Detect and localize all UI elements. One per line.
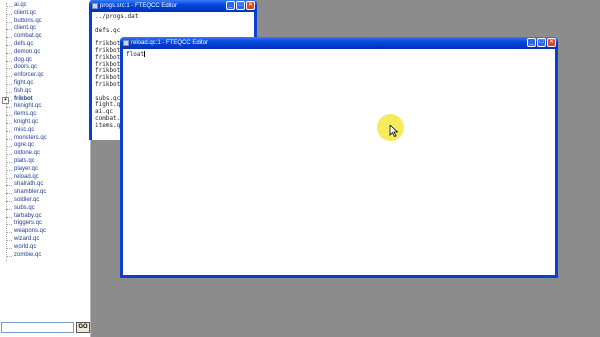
tree-item-label: monsters.qc bbox=[14, 134, 47, 141]
file-tree: ai.qc client.qc buttons.qc client.qc combat.… bbox=[0, 0, 90, 259]
tree-item[interactable]: plats.qc bbox=[4, 158, 90, 166]
tree-item-label: ai.qc bbox=[14, 2, 27, 8]
tree-item[interactable]: zombie.qc bbox=[4, 252, 90, 260]
minimize-button[interactable]: _ bbox=[527, 38, 536, 47]
tree-item[interactable]: soldier.qc bbox=[4, 197, 90, 205]
tree-item[interactable]: oldone.qc bbox=[4, 150, 90, 158]
window-title: reload.qc:1 - FTEQCC Editor bbox=[131, 40, 209, 46]
tree-item-label: shalrath.qc bbox=[14, 181, 44, 188]
tree-item[interactable]: buttons.qc bbox=[4, 18, 90, 26]
tree-item[interactable]: world.qc bbox=[4, 244, 90, 252]
tree-item-label: combat.qc bbox=[14, 33, 42, 40]
tree-item-label: soldier.qc bbox=[14, 196, 40, 203]
code-line: defs.qc bbox=[95, 26, 121, 34]
text-caret bbox=[144, 51, 146, 57]
tree-item[interactable]: weapons.qc bbox=[4, 228, 90, 236]
tree-item[interactable]: defs.qc bbox=[4, 41, 90, 49]
tree-item-label: items.qc bbox=[14, 111, 37, 118]
tree-item-label: weapons.qc bbox=[14, 228, 47, 235]
tree-item[interactable]: monsters.qc bbox=[4, 135, 90, 143]
app-icon bbox=[123, 40, 129, 46]
tree-item[interactable]: reload.qc bbox=[4, 174, 90, 182]
tree-item-label: hknight.qc bbox=[14, 103, 42, 110]
tree-item[interactable]: client.qc bbox=[4, 10, 90, 18]
tree-item-label: wizard.qc bbox=[14, 235, 40, 242]
tree-item-label: client.qc bbox=[14, 9, 37, 16]
tree-item-label: plats.qc bbox=[14, 157, 35, 164]
search-bar: GO bbox=[0, 322, 90, 334]
tree-item[interactable]: enforcer.qc bbox=[4, 72, 90, 80]
tree-item-label: doors.qc bbox=[14, 64, 38, 71]
file-tree-panel: ai.qc client.qc buttons.qc client.qc combat.… bbox=[0, 0, 91, 337]
minimize-button[interactable]: _ bbox=[226, 1, 235, 10]
code-line: frikbot bbox=[95, 80, 121, 88]
tree-item-label: subs.qc bbox=[14, 204, 35, 211]
tree-item[interactable]: wizard.qc bbox=[4, 236, 90, 244]
tree-item-label: player.qc bbox=[14, 165, 39, 172]
tree-item[interactable]: ogre.qc bbox=[4, 142, 90, 150]
tree-item[interactable]: tarbaby.qc bbox=[4, 213, 90, 221]
tree-item[interactable]: demon.qc bbox=[4, 49, 90, 57]
tree-item[interactable]: doors.qc bbox=[4, 64, 90, 72]
tree-item-label: shambler.qc bbox=[14, 189, 47, 196]
mouse-pointer-icon bbox=[389, 125, 398, 137]
tree-item[interactable]: fish.qc bbox=[4, 88, 90, 96]
tree-item-label: fish.qc bbox=[14, 87, 32, 94]
tree-item[interactable]: + frikbot bbox=[2, 95, 90, 104]
tree-item[interactable]: misc.qc bbox=[4, 127, 90, 135]
tree-item-label: dog.qc bbox=[14, 56, 33, 63]
go-button[interactable]: GO bbox=[76, 322, 90, 333]
tree-item-label: demon.qc bbox=[14, 48, 41, 55]
tree-item-label: world.qc bbox=[14, 243, 37, 250]
tree-item-label: client.qc bbox=[14, 25, 37, 32]
tree-item[interactable]: fight.qc bbox=[4, 80, 90, 88]
tree-item-label: misc.qc bbox=[14, 126, 35, 133]
search-input[interactable] bbox=[1, 322, 74, 333]
tree-item[interactable]: triggers.qc bbox=[4, 220, 90, 228]
tree-item[interactable]: combat.qc bbox=[4, 33, 90, 41]
tree-item[interactable]: shambler.qc bbox=[4, 189, 90, 197]
tree-item-label: reload.qc bbox=[14, 173, 39, 180]
tree-item[interactable]: subs.qc bbox=[4, 205, 90, 213]
tree-item-label: defs.qc bbox=[14, 40, 34, 47]
tree-item-label: tarbaby.qc bbox=[14, 212, 42, 219]
tree-item[interactable]: ai.qc bbox=[4, 2, 90, 10]
tree-item-label: buttons.qc bbox=[14, 17, 42, 24]
progs-window-titlebar[interactable]: progs.src:1 - FTEQCC Editor _ □ ✕ bbox=[89, 0, 257, 12]
tree-item[interactable]: dog.qc bbox=[4, 57, 90, 65]
reload-editor-text-area[interactable]: float bbox=[123, 49, 555, 275]
reload-editor-window: reload.qc:1 - FTEQCC Editor _ □ ✕ float bbox=[120, 37, 558, 278]
close-button[interactable]: ✕ bbox=[246, 1, 255, 10]
tree-item-label: triggers.qc bbox=[14, 220, 43, 227]
reload-window-titlebar[interactable]: reload.qc:1 - FTEQCC Editor _ □ ✕ bbox=[120, 37, 558, 49]
reload-source-line: float bbox=[126, 51, 552, 59]
tree-item[interactable]: player.qc bbox=[4, 166, 90, 174]
window-title: progs.src:1 - FTEQCC Editor bbox=[100, 3, 178, 9]
tree-item-label: zombie.qc bbox=[14, 251, 42, 258]
close-button[interactable]: ✕ bbox=[547, 38, 556, 47]
tree-item[interactable]: shalrath.qc bbox=[4, 181, 90, 189]
app-icon bbox=[92, 3, 98, 9]
tree-item-label: ogre.qc bbox=[14, 142, 35, 149]
tree-item-label: knight.qc bbox=[14, 118, 39, 125]
tree-item[interactable]: knight.qc bbox=[4, 119, 90, 127]
tree-item-label: enforcer.qc bbox=[14, 72, 44, 79]
tree-item[interactable]: hknight.qc bbox=[4, 103, 90, 111]
tree-item[interactable]: items.qc bbox=[4, 111, 90, 119]
maximize-button[interactable]: □ bbox=[236, 1, 245, 10]
tree-item[interactable]: client.qc bbox=[4, 25, 90, 33]
tree-item-label: oldone.qc bbox=[14, 150, 41, 157]
tree-item-label: fight.qc bbox=[14, 79, 34, 86]
tree-item-label: frikbot bbox=[14, 95, 33, 102]
reload-source-text: float bbox=[126, 51, 145, 58]
maximize-button[interactable]: □ bbox=[537, 38, 546, 47]
code-line: ../progs.dat bbox=[95, 13, 139, 20]
